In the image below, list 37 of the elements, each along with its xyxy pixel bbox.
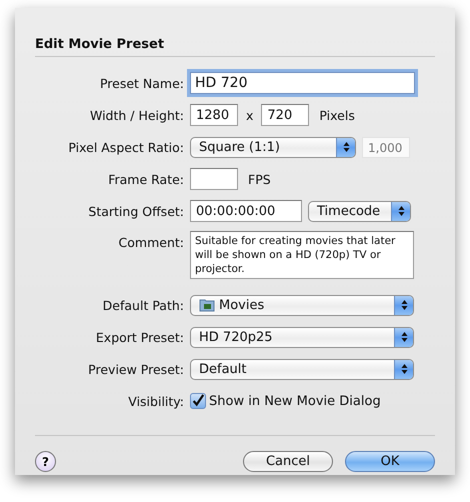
field-label: Width / Height:: [88, 108, 185, 122]
stepper-arrows-icon: [336, 138, 355, 156]
field-label: Preset Name:: [98, 76, 185, 90]
popup-button[interactable]: Timecode: [308, 200, 411, 222]
cancel-button[interactable]: Cancel: [243, 451, 333, 472]
input-field[interactable]: HD 720: [190, 72, 415, 94]
field-label: Starting Offset:: [87, 204, 185, 218]
input-field[interactable]: 720: [261, 104, 310, 126]
stepper-arrows-icon: [394, 328, 413, 346]
checkbox[interactable]: [190, 393, 206, 409]
stepper-arrows-icon: [391, 202, 410, 220]
unit-label: FPS: [247, 172, 272, 186]
dialog-title: Edit Movie Preset: [35, 36, 166, 54]
popup-button[interactable]: HD 720p25: [190, 326, 414, 348]
input-field[interactable]: 00:00:00:00: [190, 200, 302, 222]
unit-label: Pixels: [318, 108, 356, 122]
field-label: Pixel Aspect Ratio:: [67, 140, 185, 154]
help-button[interactable]: ?: [35, 451, 56, 472]
popup-button[interactable]: Movies: [190, 294, 414, 316]
field-label: Comment:: [118, 234, 185, 250]
popup-button[interactable]: Default: [190, 358, 414, 380]
input-field[interactable]: [190, 168, 238, 190]
checkbox-label: Show in New Movie Dialog: [209, 394, 381, 408]
comment-field[interactable]: Suitable for creating movies that later will be shown on a HD (720p) TV or projector.: [190, 231, 414, 279]
ok-button[interactable]: OK: [345, 451, 435, 472]
readout-field: 1,000: [362, 136, 410, 158]
times-sign: x: [245, 108, 254, 122]
field-label: Export Preset:: [94, 330, 185, 344]
input-field[interactable]: 1280: [190, 104, 238, 126]
field-label: Visibility:: [127, 394, 185, 408]
field-label: Preview Preset:: [87, 362, 185, 376]
field-label: Default Path:: [102, 298, 185, 312]
field-label: Frame Rate:: [107, 172, 185, 186]
stepper-arrows-icon: [394, 360, 413, 378]
folder-icon: [199, 298, 215, 312]
stepper-arrows-icon: [394, 296, 413, 314]
popup-button[interactable]: Square (1:1): [190, 136, 356, 158]
